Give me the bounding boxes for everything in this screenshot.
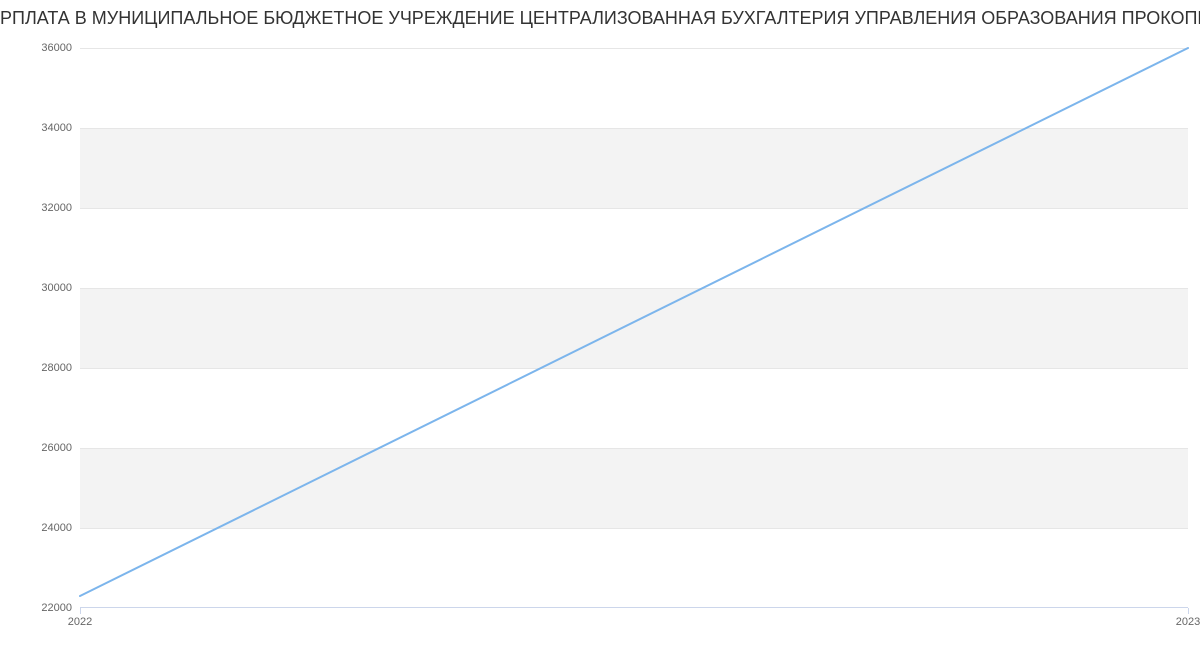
plot-area[interactable]: 2200024000260002800030000320003400036000…: [80, 48, 1188, 608]
x-tick-mark: [1188, 608, 1189, 614]
x-tick-mark: [80, 608, 81, 614]
y-tick-label: 26000: [41, 442, 72, 454]
y-tick-label: 36000: [41, 42, 72, 54]
y-tick-label: 22000: [41, 602, 72, 614]
y-tick-label: 30000: [41, 282, 72, 294]
y-tick-label: 32000: [41, 202, 72, 214]
y-tick-label: 28000: [41, 362, 72, 374]
chart-title: РПЛАТА В МУНИЦИПАЛЬНОЕ БЮДЖЕТНОЕ УЧРЕЖДЕ…: [0, 8, 1200, 29]
y-tick-label: 24000: [41, 522, 72, 534]
x-tick-label: 2023: [1176, 616, 1200, 628]
series-line[interactable]: [80, 48, 1188, 596]
line-chart: РПЛАТА В МУНИЦИПАЛЬНОЕ БЮДЖЕТНОЕ УЧРЕЖДЕ…: [0, 0, 1200, 650]
x-tick-label: 2022: [68, 616, 92, 628]
series-layer: [80, 48, 1188, 608]
y-tick-label: 34000: [41, 122, 72, 134]
